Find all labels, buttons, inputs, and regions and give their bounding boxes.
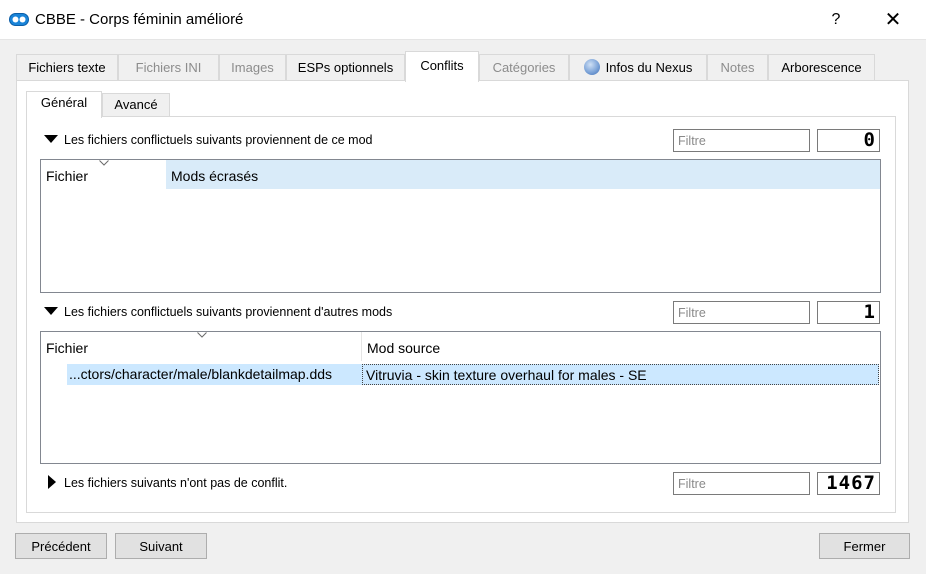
overwrite-count: 0	[817, 129, 880, 152]
sort-indicator-icon	[99, 160, 109, 166]
next-button[interactable]: Suivant	[115, 533, 207, 559]
overwrite-filter-input[interactable]	[673, 129, 810, 152]
conflict-file-cell[interactable]: ...ctors/character/male/blankdetailmap.d…	[67, 364, 362, 385]
tab-text-files[interactable]: Fichiers texte	[16, 54, 118, 81]
previous-button[interactable]: Précédent	[15, 533, 107, 559]
tab-images[interactable]: Images	[219, 54, 286, 81]
noconflict-count: 1467	[817, 472, 880, 495]
title-bar: CBBE - Corps féminin amélioré ? ✕	[0, 0, 926, 40]
tab-ini-files[interactable]: Fichiers INI	[118, 54, 219, 81]
column-header-source-mod[interactable]: Mod source	[362, 332, 880, 361]
tab-file-tree[interactable]: Arborescence	[768, 54, 875, 81]
mod-organizer-icon	[9, 13, 29, 26]
section-noconflict-toggle[interactable]: Les fichiers suivants n'ont pas de confl…	[44, 473, 287, 493]
overwritten-count: 1	[817, 301, 880, 324]
tab-general[interactable]: Général	[26, 91, 102, 118]
help-button[interactable]: ?	[813, 0, 859, 40]
tab-optional-esps[interactable]: ESPs optionnels	[286, 54, 405, 81]
tab-conflicts[interactable]: Conflits	[405, 51, 479, 82]
close-button[interactable]: Fermer	[819, 533, 910, 559]
section-overwritten-toggle[interactable]: Les fichiers conflictuels suivants provi…	[44, 302, 392, 322]
tab-notes[interactable]: Notes	[707, 54, 768, 81]
close-window-icon[interactable]: ✕	[870, 0, 916, 40]
overwritten-filter-input[interactable]	[673, 301, 810, 324]
expanded-arrow-icon	[44, 135, 58, 143]
globe-icon	[583, 59, 600, 75]
tab-nexus-info[interactable]: Infos du Nexus	[569, 54, 707, 81]
section-overwrite-toggle[interactable]: Les fichiers conflictuels suivants provi…	[44, 130, 373, 150]
conflict-source-cell[interactable]: Vitruvia - skin texture overhaul for mal…	[362, 364, 879, 385]
overwrite-table[interactable]: Fichier Mods écrasés	[40, 159, 881, 293]
noconflict-filter-input[interactable]	[673, 472, 810, 495]
sort-indicator-icon	[197, 332, 207, 338]
tab-advanced[interactable]: Avancé	[102, 93, 170, 117]
tab-categories[interactable]: Catégories	[479, 54, 569, 81]
overwritten-table[interactable]: Fichier Mod source ...ctors/character/ma…	[40, 331, 881, 464]
collapsed-arrow-icon	[48, 475, 56, 489]
expanded-arrow-icon	[44, 307, 58, 315]
window-title: CBBE - Corps féminin amélioré	[35, 11, 244, 28]
column-header-overwritten-mods[interactable]: Mods écrasés	[166, 160, 880, 189]
